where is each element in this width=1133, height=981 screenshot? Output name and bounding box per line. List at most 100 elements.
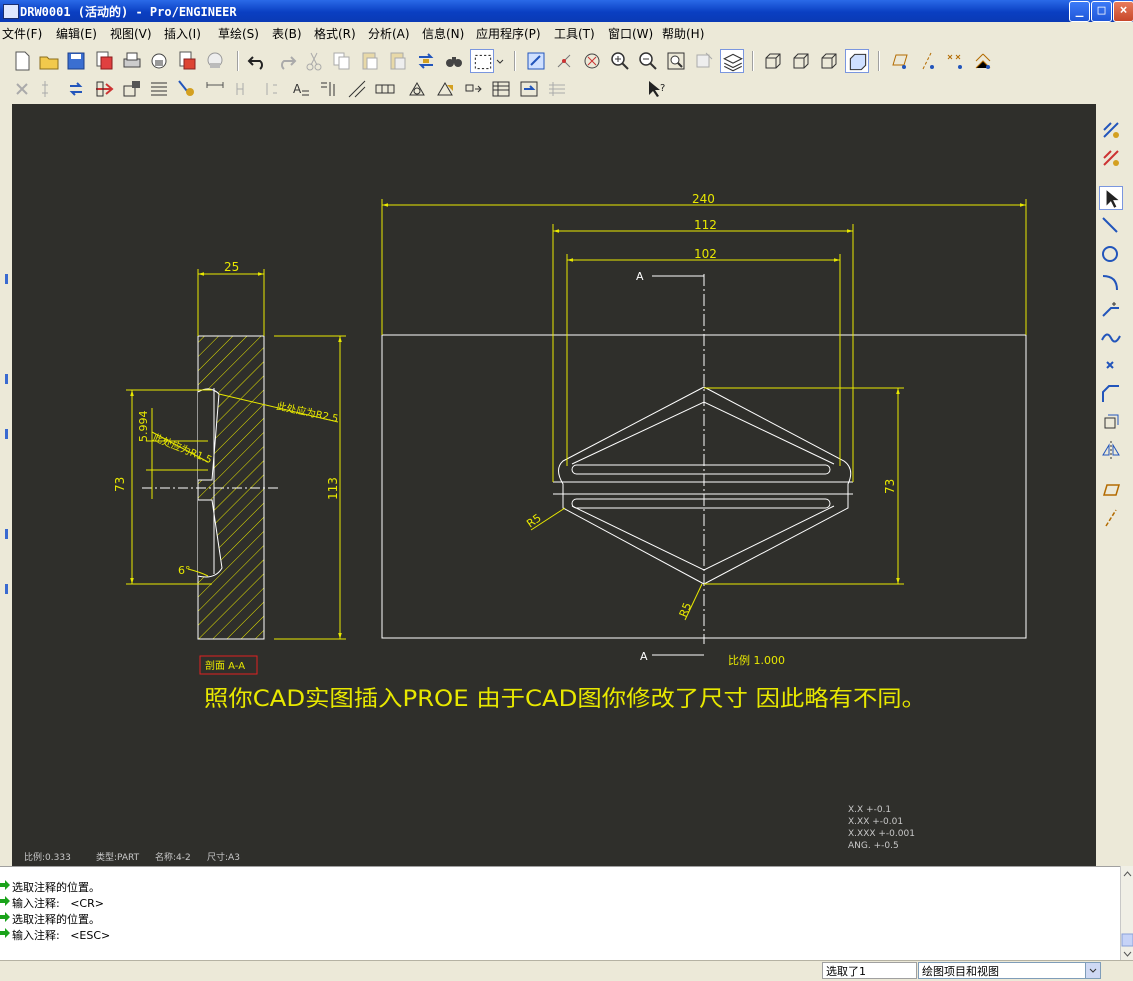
save-icon[interactable]: [64, 49, 88, 73]
find-icon[interactable]: [442, 49, 466, 73]
section-view[interactable]: [142, 335, 280, 640]
insert-view-icon[interactable]: [120, 77, 144, 101]
angle-6[interactable]: 6°: [178, 564, 191, 577]
datum-planes-icon[interactable]: [887, 49, 911, 73]
dim-25[interactable]: 25: [224, 260, 239, 274]
line-tool-icon[interactable]: [1099, 214, 1123, 238]
menu-applications[interactable]: 应用程序(P): [476, 25, 541, 42]
circle-tool-icon[interactable]: [1099, 242, 1123, 266]
dim-73-left[interactable]: 73: [113, 477, 127, 492]
fillet-tool-icon[interactable]: [1099, 298, 1123, 322]
dimension-icon[interactable]: [203, 77, 227, 101]
note-icon[interactable]: A: [289, 77, 313, 101]
close-button[interactable]: ×: [1113, 1, 1133, 22]
new-file-icon[interactable]: [10, 49, 34, 73]
menu-help[interactable]: 帮助(H): [662, 25, 704, 42]
radius-r5-left[interactable]: R5: [524, 511, 543, 530]
surface-finish-icon[interactable]: [345, 77, 369, 101]
chevron-down-icon[interactable]: [1085, 963, 1100, 978]
regenerate-icon[interactable]: [414, 49, 438, 73]
no-hidden-icon[interactable]: [817, 49, 841, 73]
selection-box-icon[interactable]: [470, 49, 494, 73]
show-dims-icon[interactable]: [1099, 118, 1123, 142]
offset-tool-icon[interactable]: [1099, 410, 1123, 434]
refit-icon[interactable]: [664, 49, 688, 73]
show-annotations-icon[interactable]: [175, 77, 199, 101]
menu-info[interactable]: 信息(N): [422, 25, 464, 42]
scale-label[interactable]: 比例 1.000: [728, 653, 785, 667]
table-icon[interactable]: [147, 77, 171, 101]
select-arrow-icon[interactable]: [1099, 186, 1123, 210]
symbol-icon[interactable]: [433, 77, 457, 101]
layers-icon[interactable]: [720, 49, 744, 73]
drawing-canvas[interactable]: 25 73 113 5.994 6° 此处应为R2.5 此处应为R1.5 240…: [12, 104, 1096, 866]
point-tool-icon[interactable]: [1099, 354, 1123, 378]
section-label-top[interactable]: A: [636, 270, 644, 283]
datum-target-icon[interactable]: [405, 77, 429, 101]
menu-insert[interactable]: 插入(I): [164, 25, 201, 42]
radius-note-25[interactable]: 此处应为R2.5: [275, 399, 339, 425]
spline-tool-icon[interactable]: [1099, 326, 1123, 350]
chevron-down-icon[interactable]: [495, 49, 505, 73]
chamfer-tool-icon[interactable]: [1099, 382, 1123, 406]
menu-tools[interactable]: 工具(T): [554, 25, 595, 42]
view-manager-icon[interactable]: [692, 49, 716, 73]
orient-mode-icon[interactable]: [580, 49, 604, 73]
delete-icon[interactable]: [10, 77, 34, 101]
cut-icon[interactable]: [302, 49, 326, 73]
repeat-region-icon[interactable]: [545, 77, 569, 101]
save-copy-icon[interactable]: [92, 49, 116, 73]
undo-icon[interactable]: [246, 49, 270, 73]
print-icon[interactable]: [120, 49, 144, 73]
mirror-tool-icon[interactable]: [1099, 438, 1123, 462]
dim-112[interactable]: 112: [694, 218, 717, 232]
move-item-icon[interactable]: [92, 77, 116, 101]
message-scrollbar[interactable]: [1120, 866, 1133, 960]
coord-sys-icon[interactable]: [971, 49, 995, 73]
table-grid-icon[interactable]: [489, 77, 513, 101]
switch-view-icon[interactable]: [64, 77, 88, 101]
regen-table-icon[interactable]: [517, 77, 541, 101]
menu-format[interactable]: 格式(R): [314, 25, 356, 42]
section-label-bottom[interactable]: A: [640, 650, 648, 663]
align-dims-icon[interactable]: [37, 77, 61, 101]
open-folder-icon[interactable]: [37, 49, 61, 73]
menu-view[interactable]: 视图(V): [110, 25, 152, 42]
ordinate-icon[interactable]: [231, 77, 255, 101]
menu-file[interactable]: 文件(F): [2, 25, 42, 42]
mail-link-icon[interactable]: [203, 49, 227, 73]
ordinate-2-icon[interactable]: [259, 77, 283, 101]
dim-240[interactable]: 240: [692, 192, 715, 206]
menu-table[interactable]: 表(B): [272, 25, 302, 42]
drawing-note[interactable]: 照你CAD实图插入PROE 由于CAD图你修改了尺寸 因此略有不同。: [204, 687, 926, 712]
paste-special-icon[interactable]: [386, 49, 410, 73]
shading-icon[interactable]: [845, 49, 869, 73]
dim-102[interactable]: 102: [694, 247, 717, 261]
menu-analysis[interactable]: 分析(A): [368, 25, 410, 42]
maximize-button[interactable]: □: [1091, 1, 1112, 22]
arc-tool-icon[interactable]: [1099, 270, 1123, 294]
dim-113[interactable]: 113: [326, 477, 340, 500]
menu-window[interactable]: 窗口(W): [608, 25, 653, 42]
dim-73-right[interactable]: 73: [883, 479, 897, 494]
spin-center-icon[interactable]: [552, 49, 576, 73]
datum-points-icon[interactable]: [943, 49, 967, 73]
selection-filter[interactable]: 绘图项目和视图: [918, 962, 1101, 979]
erase-dims-icon[interactable]: [1099, 146, 1123, 170]
radius-r5-bottom[interactable]: R5: [677, 601, 695, 619]
minimize-button[interactable]: _: [1069, 1, 1090, 22]
menu-sketch[interactable]: 草绘(S): [218, 25, 259, 42]
front-view[interactable]: [381, 274, 1027, 644]
copy-icon[interactable]: [330, 49, 354, 73]
balloon-icon[interactable]: [317, 77, 341, 101]
move-special-icon[interactable]: [461, 77, 485, 101]
datum-axes-icon[interactable]: [915, 49, 939, 73]
section-title[interactable]: 剖面 A-A: [205, 659, 245, 672]
wireframe-icon[interactable]: [761, 49, 785, 73]
menu-edit[interactable]: 编辑(E): [56, 25, 97, 42]
dim-5994[interactable]: 5.994: [137, 411, 150, 443]
draft-plane-icon[interactable]: [1099, 478, 1123, 502]
redo-icon[interactable]: [274, 49, 298, 73]
zoom-out-icon[interactable]: [636, 49, 660, 73]
geom-tol-icon[interactable]: [373, 77, 397, 101]
